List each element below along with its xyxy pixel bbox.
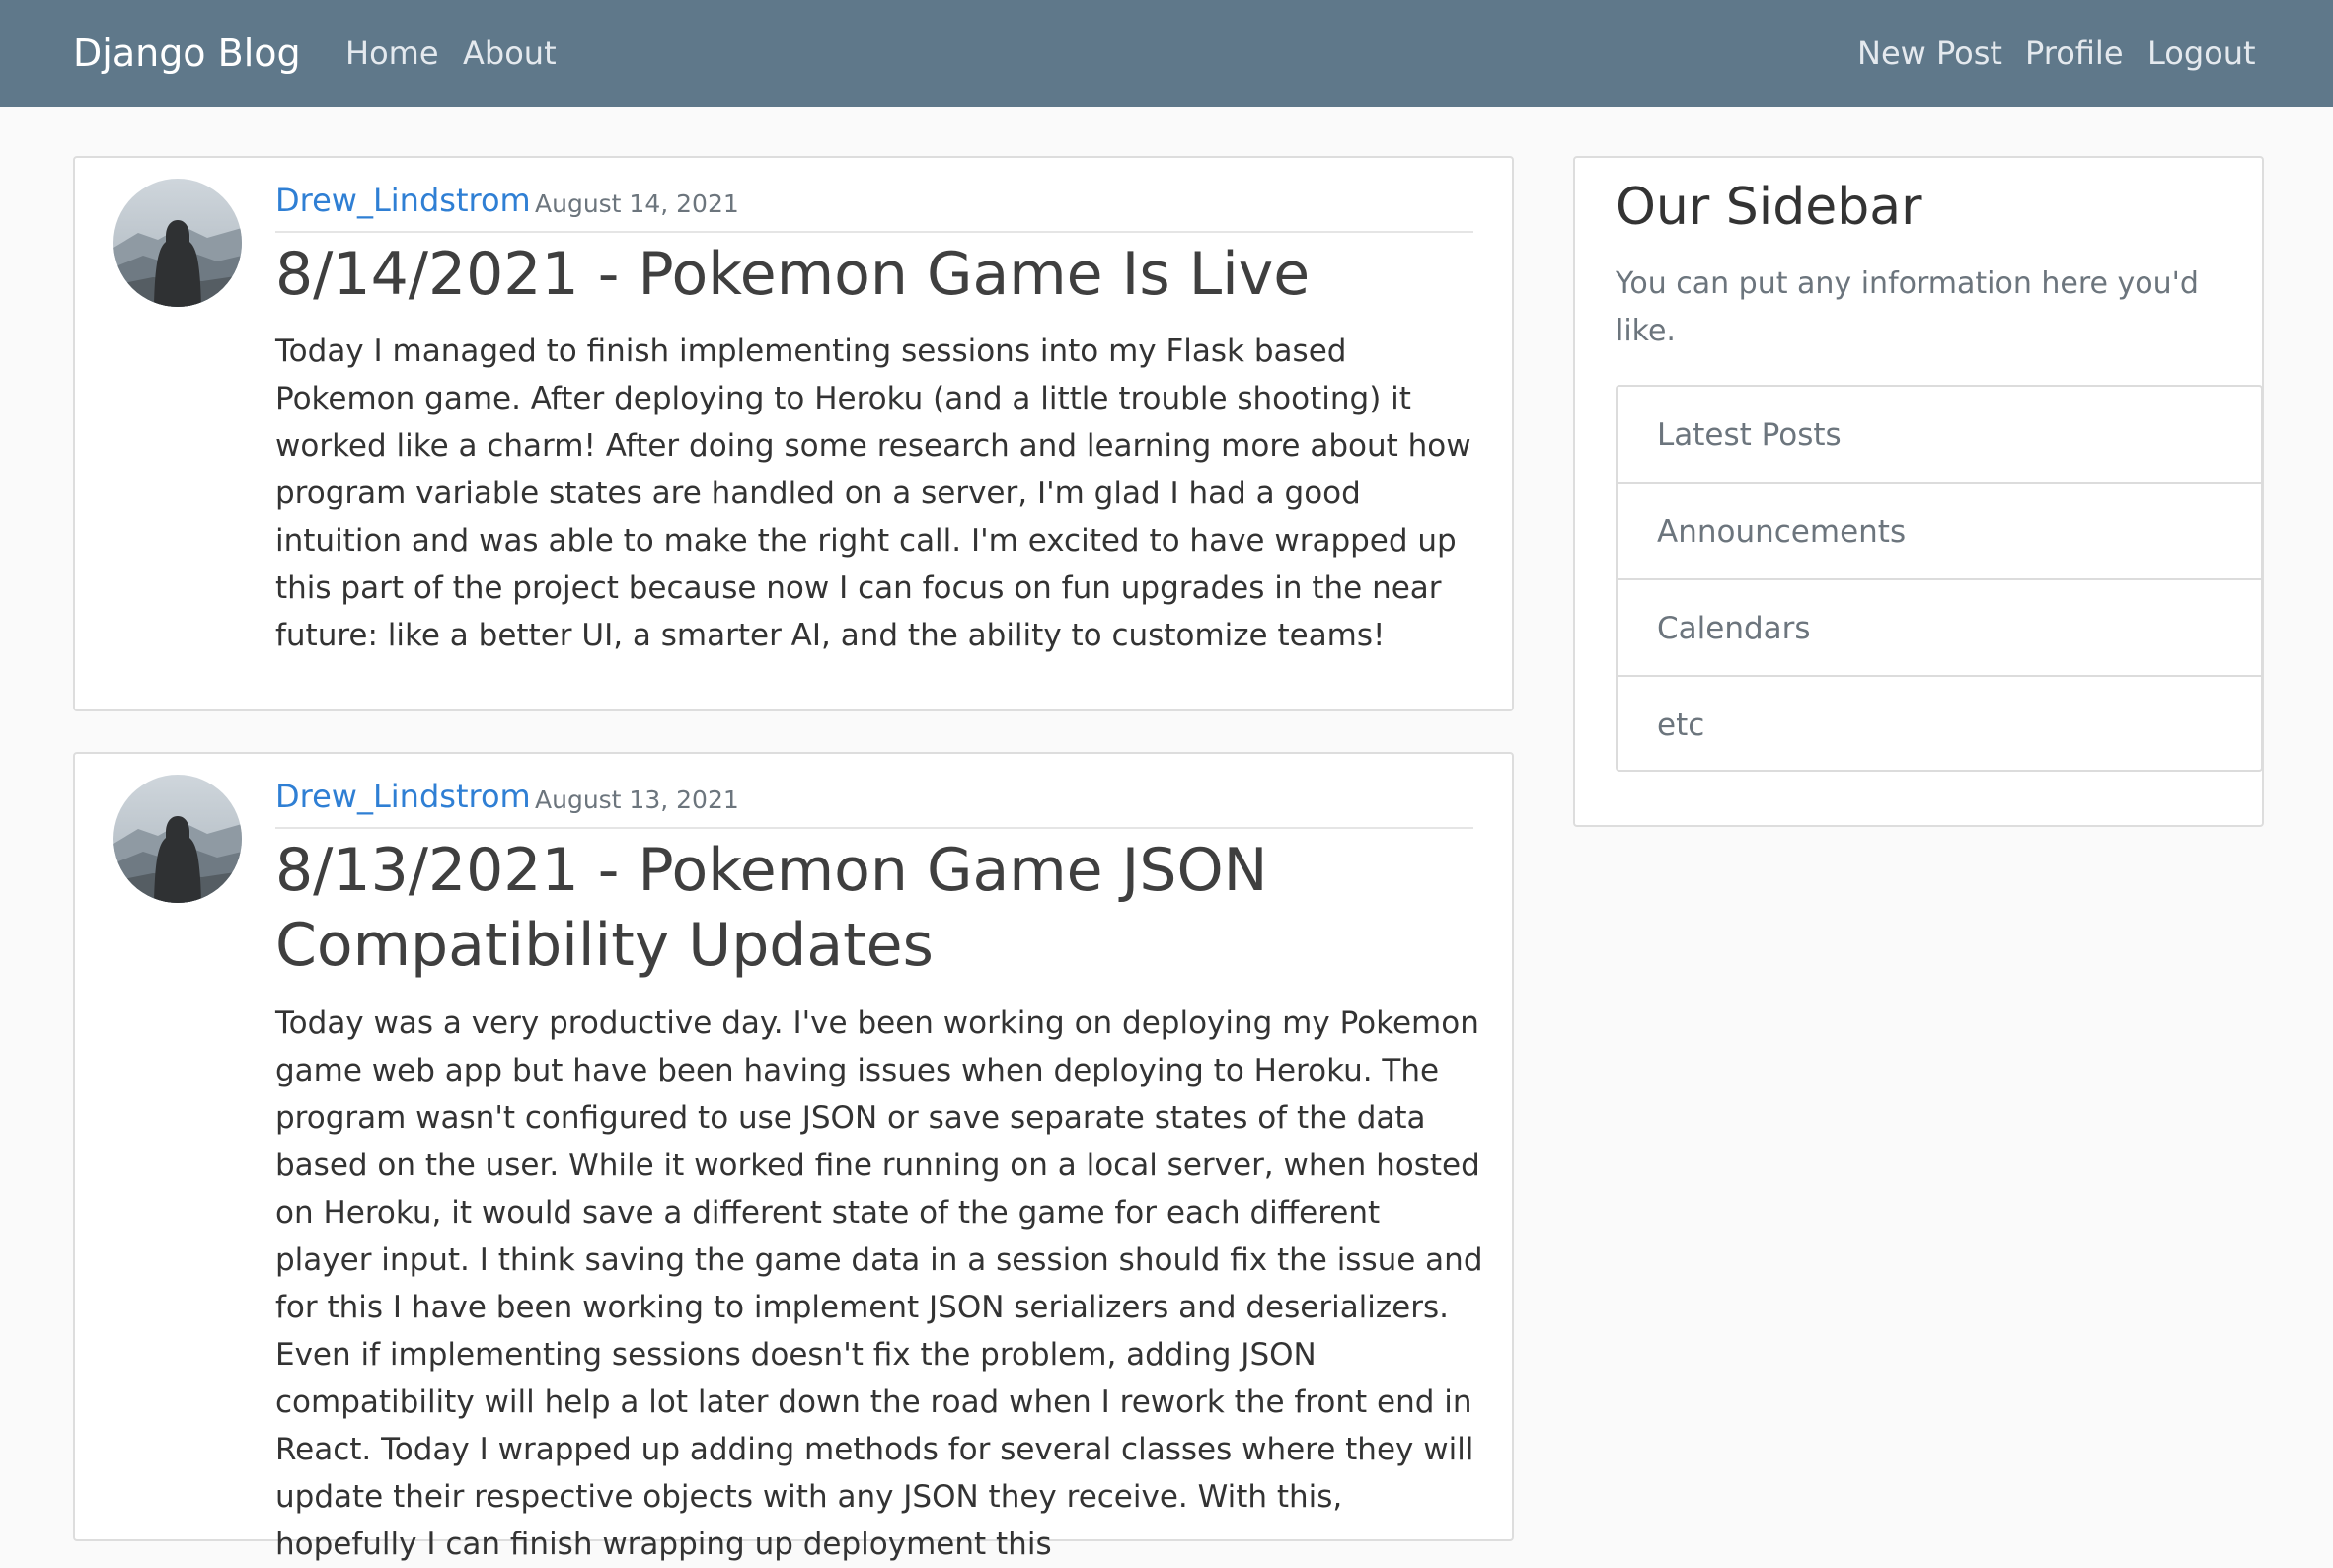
sidebar-title: Our Sidebar <box>1616 178 1922 237</box>
nav-new-post-link[interactable]: New Post <box>1857 0 2002 107</box>
post-metadata: Drew_Lindstrom August 14, 2021 <box>275 182 1473 233</box>
author-link[interactable]: Drew_Lindstrom <box>275 182 531 219</box>
nav-home-link[interactable]: Home <box>345 0 439 107</box>
top-navbar: Django Blog Home About New Post Profile … <box>0 0 2333 107</box>
sidebar-description: You can put any information here you'd l… <box>1616 266 2199 348</box>
sidebar-list: Latest Posts Announcements Calendars etc <box>1616 385 2263 772</box>
post-title-link[interactable]: 8/13/2021 - Pokemon Game JSON Compatibil… <box>275 833 1321 983</box>
post-date: August 14, 2021 <box>535 189 739 218</box>
brand-link[interactable]: Django Blog <box>73 0 301 107</box>
post-title-link[interactable]: 8/14/2021 - Pokemon Game Is Live <box>275 237 1473 312</box>
nav-profile-link[interactable]: Profile <box>2025 0 2124 107</box>
nav-about-link[interactable]: About <box>463 0 557 107</box>
author-link[interactable]: Drew_Lindstrom <box>275 778 531 815</box>
post-card: Drew_Lindstrom August 13, 2021 8/13/2021… <box>73 752 1514 1562</box>
author-avatar[interactable] <box>113 179 242 307</box>
post-date: August 13, 2021 <box>535 785 739 814</box>
post-metadata: Drew_Lindstrom August 13, 2021 <box>275 778 1473 829</box>
author-avatar[interactable] <box>113 775 242 903</box>
sidebar-card: Our Sidebar You can put any information … <box>1573 156 2264 827</box>
sidebar-item-latest-posts[interactable]: Latest Posts <box>1618 387 2261 484</box>
post-content: Today was a very productive day. I've be… <box>275 1006 1483 1562</box>
sidebar-item-announcements[interactable]: Announcements <box>1618 484 2261 580</box>
sidebar-item-etc[interactable]: etc <box>1618 677 2261 774</box>
nav-logout-link[interactable]: Logout <box>2147 0 2256 107</box>
post-card: Drew_Lindstrom August 14, 2021 8/14/2021… <box>73 156 1514 711</box>
post-content: Today I managed to finish implementing s… <box>275 334 1471 653</box>
hooded-figure-avatar-icon <box>113 179 242 307</box>
hooded-figure-avatar-icon <box>113 775 242 903</box>
sidebar-item-calendars[interactable]: Calendars <box>1618 580 2261 677</box>
